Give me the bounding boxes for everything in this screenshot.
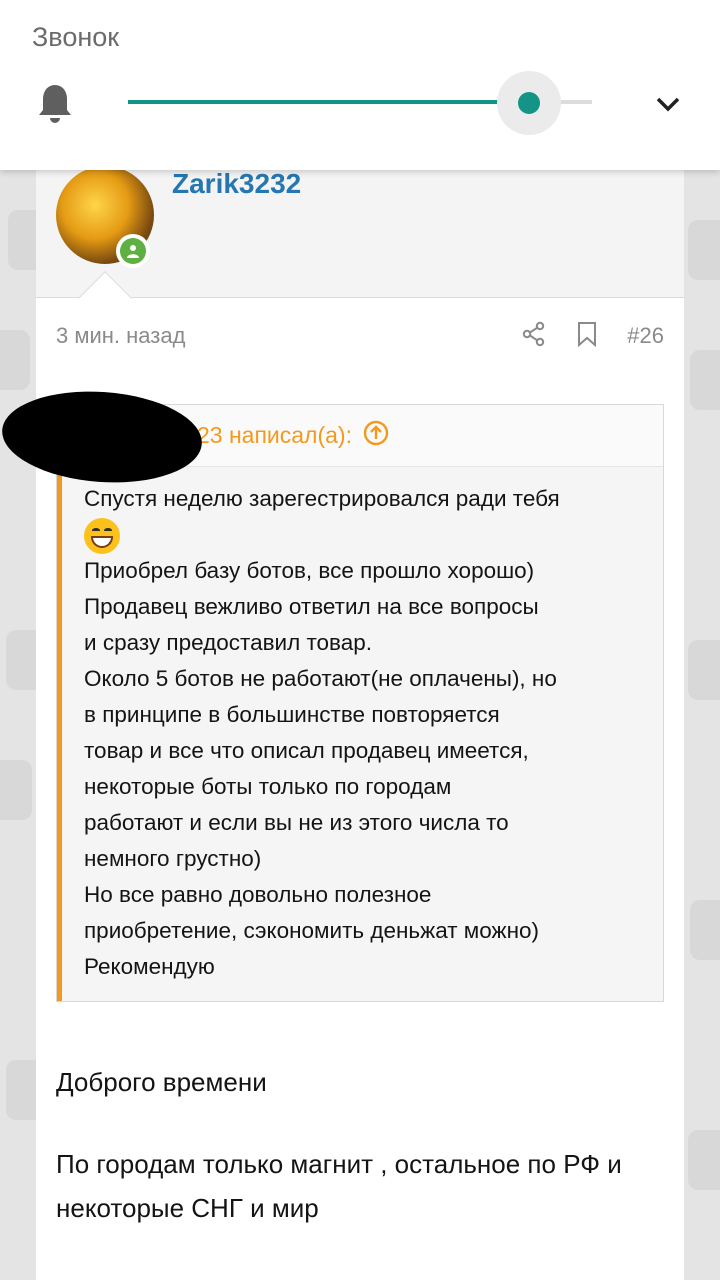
emoji-line xyxy=(84,517,643,555)
quote-line: некоторые боты только по городам xyxy=(84,774,452,799)
post-body: Доброго времени По городам только магнит… xyxy=(56,1060,664,1268)
grinning-emoji-icon xyxy=(84,518,120,555)
background-doodle xyxy=(688,1130,720,1190)
user-online-icon xyxy=(116,234,150,268)
quote-line: Спустя неделю зарегестрировался ради теб… xyxy=(84,486,560,511)
username-link[interactable]: Zarik3232 xyxy=(172,168,301,200)
reply-paragraph: По городам только магнит , остальное по … xyxy=(56,1149,622,1223)
quote-line: товар и все что описал продавец имеется, xyxy=(84,738,529,763)
arrow-up-circle-icon[interactable] xyxy=(362,419,390,453)
post-card: Zarik3232 3 мин. назад #26 23 написал(а)… xyxy=(36,160,684,1280)
background-doodle xyxy=(688,220,720,280)
quote-line: Но все равно довольно полезное xyxy=(84,882,432,907)
quote-author[interactable]: 23 написал(а): xyxy=(197,422,352,449)
volume-slider-fill xyxy=(128,100,529,104)
author-bar: Zarik3232 xyxy=(36,160,684,325)
post-meta: 3 мин. назад #26 xyxy=(56,318,664,354)
volume-title: Звонок xyxy=(32,22,120,52)
quote-line: в принципе в большинстве повторяется xyxy=(84,702,500,727)
bookmark-icon[interactable] xyxy=(575,321,599,352)
post-number-link[interactable]: #26 xyxy=(627,323,664,349)
volume-slider-thumb[interactable] xyxy=(518,92,540,114)
chevron-down-icon[interactable] xyxy=(654,94,682,119)
share-icon[interactable] xyxy=(521,321,547,352)
background-doodle xyxy=(688,640,720,700)
quote-line: Продавец вежливо ответил на все вопросы xyxy=(84,594,539,619)
quote-line: Приобрел базу ботов, все прошло хорошо) xyxy=(84,558,535,583)
speech-notch xyxy=(78,271,132,325)
post-time: 3 мин. назад xyxy=(56,323,186,348)
background-doodle xyxy=(0,760,32,820)
background-doodle xyxy=(690,350,720,410)
quote-line: Рекомендую xyxy=(84,954,215,979)
background-doodle xyxy=(0,330,30,390)
bell-icon[interactable] xyxy=(36,82,74,129)
quote-text: Спустя неделю зарегестрировался ради теб… xyxy=(57,467,663,1001)
background-doodle xyxy=(690,900,720,960)
quote-line: приобретение, сэкономить деньжат можно) xyxy=(84,918,539,943)
quote-line: и сразу предоставил товар. xyxy=(84,630,373,655)
volume-panel: Звонок xyxy=(0,0,720,170)
quote-line: Около 5 ботов не работают(не оплачены), … xyxy=(84,666,557,691)
reply-paragraph: Доброго времени xyxy=(56,1067,267,1097)
quote-line: немного грустно) xyxy=(84,846,262,871)
quote-block: 23 написал(а): Спустя неделю зарегестрир… xyxy=(56,404,664,1002)
quote-line: работают и если вы не из этого числа то xyxy=(84,810,509,835)
